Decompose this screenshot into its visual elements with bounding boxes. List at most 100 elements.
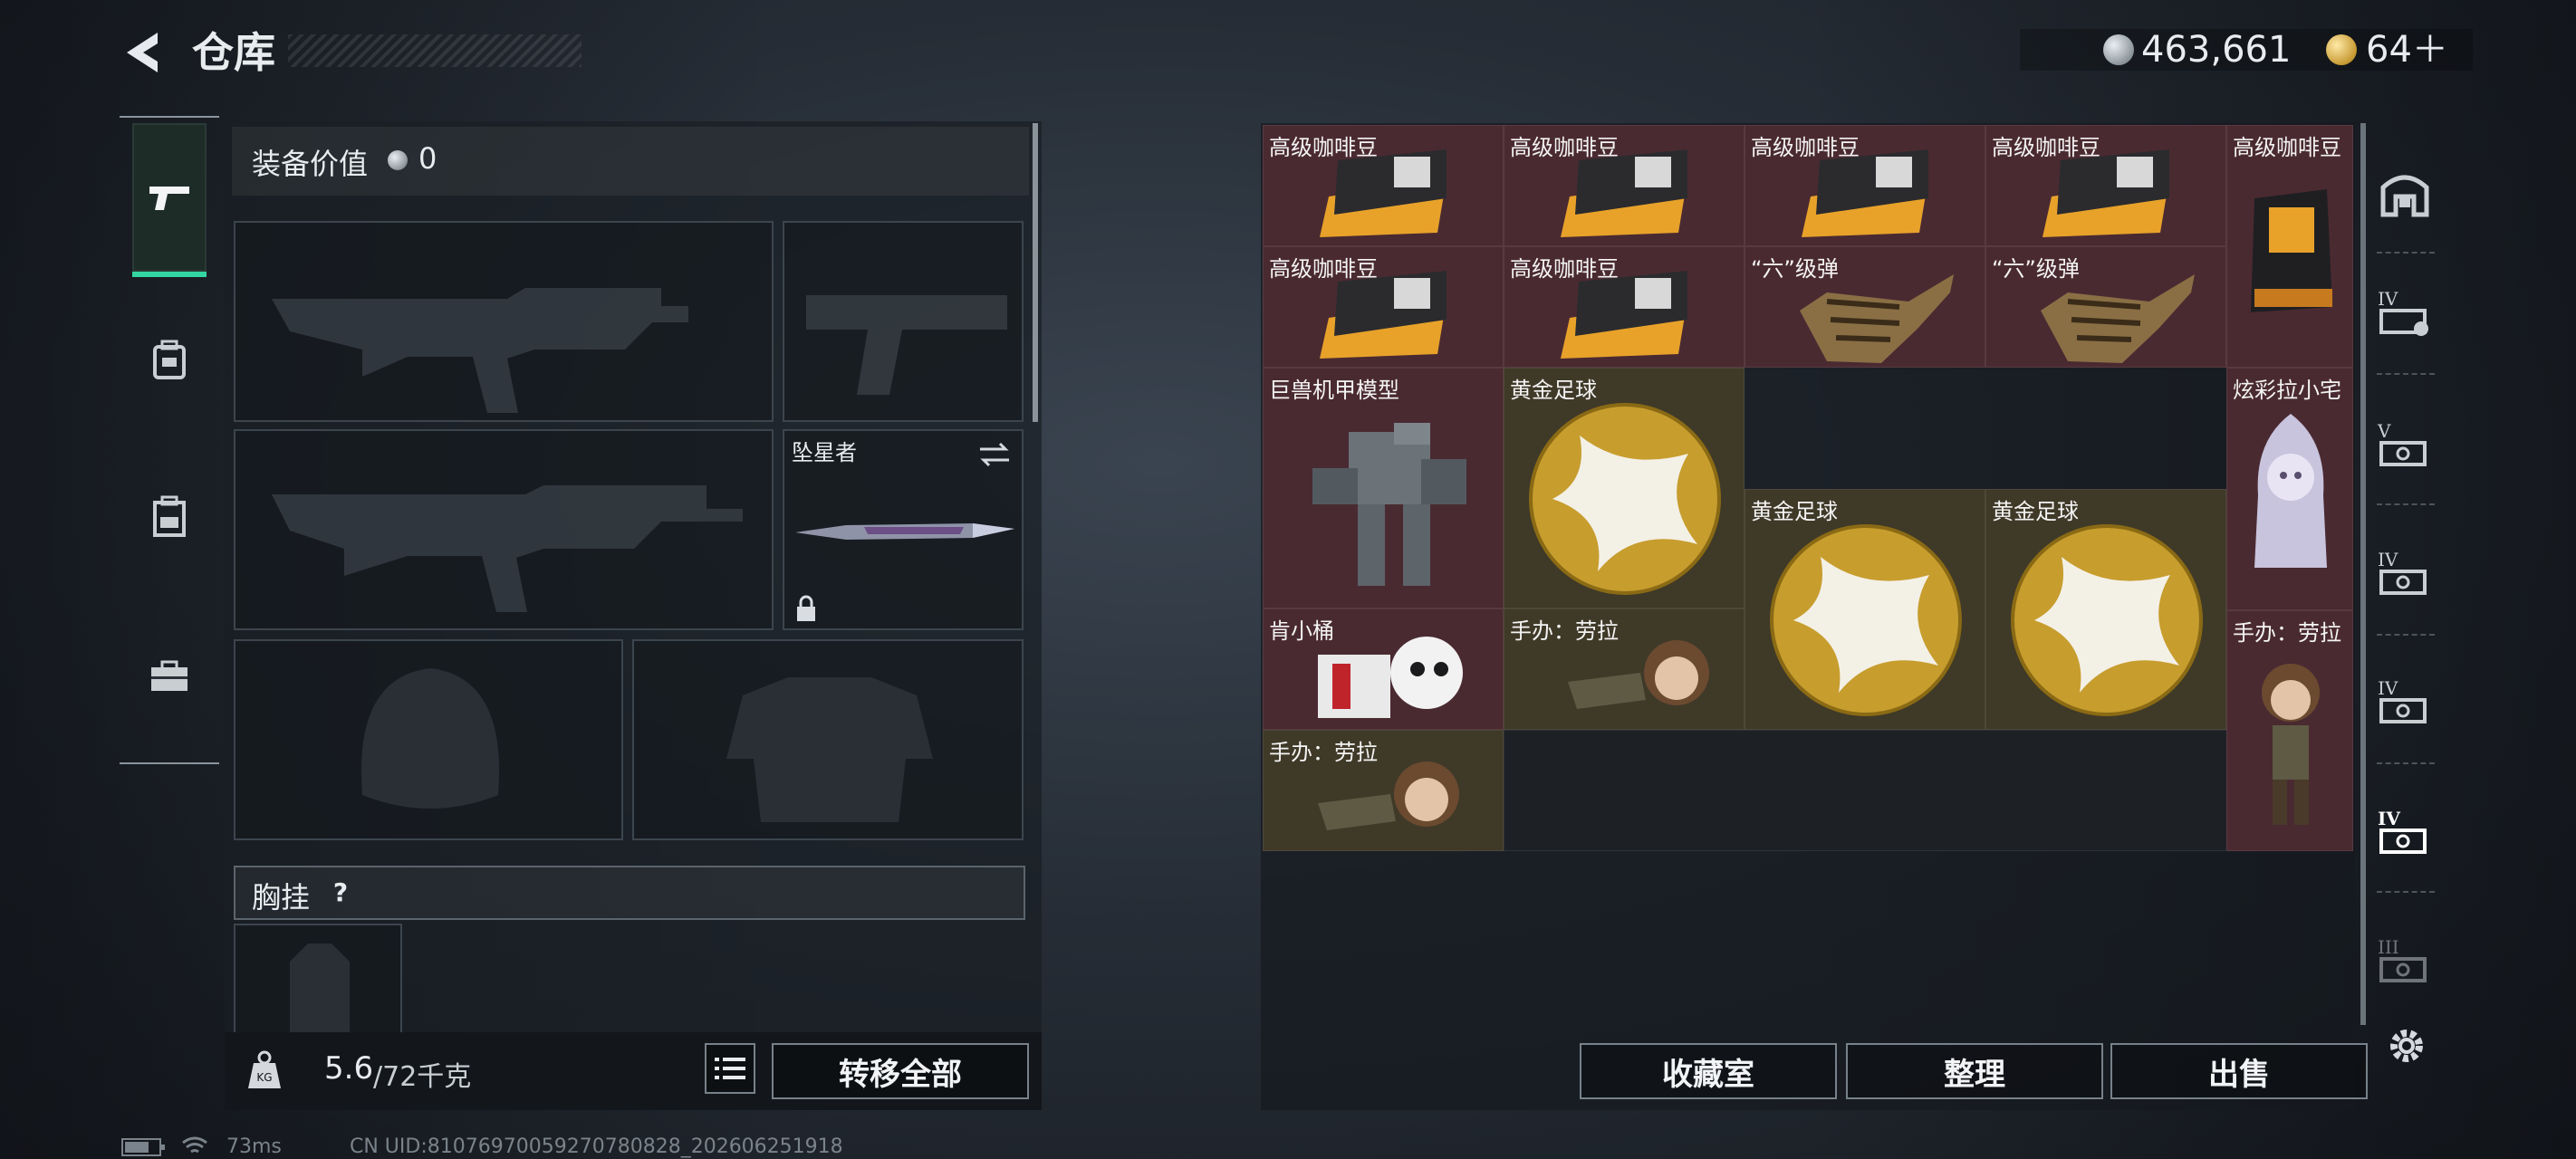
swap-icon: [980, 442, 1009, 467]
item-lara-figure[interactable]: 手办：劳拉: [1504, 608, 1745, 730]
vest-icon: [153, 495, 186, 537]
coffee-bag-icon: [1320, 271, 1447, 359]
lara-figure-icon: [1318, 761, 1459, 830]
title-decoration: [288, 34, 582, 67]
item-coffee-beans-tall[interactable]: 高级咖啡豆: [2226, 125, 2353, 368]
item-mech-model[interactable]: 巨兽机甲模型: [1263, 368, 1504, 608]
body-armor-slot[interactable]: [632, 639, 1024, 840]
gear-icon: [2390, 1030, 2423, 1062]
primary-weapon-slot-2[interactable]: [234, 429, 774, 630]
silver-amount: 463,661: [2141, 29, 2292, 71]
transfer-all-button[interactable]: 转移全部: [772, 1043, 1029, 1099]
coffee-bag-icon: [2043, 149, 2169, 237]
tab-armor[interactable]: [132, 322, 207, 397]
item-colorful-figure[interactable]: 炫彩拉小宅: [2226, 368, 2353, 610]
divider: [2377, 373, 2435, 377]
item-coffee-beans[interactable]: 高级咖啡豆: [1263, 125, 1504, 246]
storage-tier-icon: IV: [2378, 677, 2427, 723]
equipment-value: 0: [418, 141, 437, 176]
divider: [2377, 252, 2435, 255]
collection-room-button[interactable]: 收藏室: [1580, 1043, 1837, 1099]
list-view-button[interactable]: [705, 1043, 755, 1094]
backpack-icon: [153, 340, 186, 379]
rifle-silhouette-icon: [272, 485, 743, 612]
storage-tier-icon: III: [2378, 936, 2427, 982]
item-six-ammo[interactable]: “六”级弹: [1985, 246, 2226, 368]
storage-grid: 高级咖啡豆 高级咖啡豆 高级咖啡豆 高级咖啡豆 高级咖啡豆 高级咖啡豆 高级咖啡…: [1263, 125, 2353, 851]
organize-button[interactable]: 整理: [1846, 1043, 2103, 1099]
storage-scrollbar[interactable]: [2360, 123, 2366, 1025]
storage-tier-icon: IV: [2378, 288, 2428, 336]
melee-slot[interactable]: 坠星者: [783, 429, 1024, 630]
storage-tier-icon: V: [2377, 420, 2427, 466]
rail-tier-iv[interactable]: IV: [2371, 540, 2438, 607]
item-coffee-beans[interactable]: 高级咖啡豆: [1504, 125, 1745, 246]
list-icon: [715, 1058, 745, 1079]
gold-amount[interactable]: 64＋: [2366, 29, 2448, 71]
coffee-bag-icon: [2251, 189, 2332, 312]
item-label: 巨兽机甲模型: [1269, 378, 1399, 403]
chest-rig-slot[interactable]: [234, 924, 402, 1041]
chest-rig-label: 胸挂: [252, 880, 311, 915]
silver-coin-icon: [388, 150, 408, 170]
tab-vest[interactable]: [132, 480, 207, 554]
divider: [2377, 634, 2435, 637]
pistol-silhouette-icon: [806, 295, 1007, 395]
vault-icon: [2380, 175, 2429, 217]
item-coffee-beans[interactable]: 高级咖啡豆: [1985, 125, 2226, 246]
back-button[interactable]: [118, 25, 172, 80]
item-lara-figure[interactable]: 手办：劳拉: [2226, 610, 2353, 851]
equipment-scrollbar[interactable]: [1033, 123, 1038, 422]
gold-coin-icon: [2326, 34, 2357, 65]
item-label: 手办：劳拉: [2233, 620, 2341, 646]
coffee-bag-icon: [1561, 149, 1687, 237]
uid-text: CN UID:81076970059270780828_202606251918: [350, 1135, 843, 1158]
rail-tier-iv-active[interactable]: IV: [2371, 799, 2438, 866]
divider: [2377, 891, 2435, 895]
item-coffee-beans[interactable]: 高级咖啡豆: [1263, 246, 1504, 368]
svg-text:IV: IV: [2378, 808, 2400, 829]
helmet-silhouette-icon: [360, 668, 500, 809]
coffee-bag-icon: [1802, 149, 1928, 237]
svg-text:III: III: [2378, 936, 2399, 958]
rail-tier-iv[interactable]: IV: [2371, 279, 2438, 346]
storage-tier-icon: IV: [2378, 808, 2427, 854]
weight-current: 5.6: [324, 1050, 374, 1087]
vault-filter[interactable]: [2371, 159, 2438, 226]
lara-figure-icon: [2262, 664, 2320, 825]
item-coffee-beans[interactable]: 高级咖啡豆: [1745, 125, 1985, 246]
primary-weapon-slot-1[interactable]: [234, 221, 774, 422]
battery-icon: [121, 1138, 165, 1156]
item-golden-football[interactable]: 黄金足球: [1985, 489, 2226, 730]
rail-tier-iii[interactable]: III: [2371, 927, 2438, 994]
item-lara-figure[interactable]: 手办：劳拉: [1263, 730, 1504, 851]
sell-button[interactable]: 出售: [2110, 1043, 2368, 1099]
helmet-slot[interactable]: [234, 639, 623, 840]
mech-robot-icon: [1312, 423, 1466, 586]
coffee-bag-icon: [1561, 271, 1687, 359]
item-golden-football[interactable]: 黄金足球: [1745, 489, 1985, 730]
page-title: 仓库: [192, 28, 275, 77]
divider: [2377, 503, 2435, 507]
item-six-ammo[interactable]: “六”级弹: [1745, 246, 1985, 368]
item-golden-football[interactable]: 黄金足球: [1504, 368, 1745, 608]
item-ken-bucket[interactable]: 肯小桶: [1263, 608, 1504, 730]
rail-tier-v[interactable]: V: [2371, 411, 2438, 478]
svg-text:IV: IV: [2378, 677, 2398, 699]
equipment-value-label: 装备价值: [252, 147, 369, 181]
tab-weapons[interactable]: [132, 123, 207, 277]
help-icon[interactable]: ?: [322, 875, 359, 911]
svg-text:KG: KG: [256, 1071, 272, 1084]
settings-button[interactable]: [2384, 1023, 2429, 1068]
hand-sign-icon: [2041, 274, 2195, 363]
empty-cells: [1504, 730, 2228, 851]
pistol-slot[interactable]: [783, 221, 1024, 422]
armor-silhouette-icon: [726, 677, 933, 822]
rail-tier-iv[interactable]: IV: [2371, 668, 2438, 735]
item-label: 炫彩拉小宅: [2233, 378, 2341, 403]
silver-coin-icon: [2103, 34, 2134, 65]
weight-icon: KG: [248, 1050, 281, 1088]
tab-case[interactable]: [132, 639, 207, 714]
weight-max: /72千克: [373, 1061, 472, 1093]
item-coffee-beans[interactable]: 高级咖啡豆: [1504, 246, 1745, 368]
